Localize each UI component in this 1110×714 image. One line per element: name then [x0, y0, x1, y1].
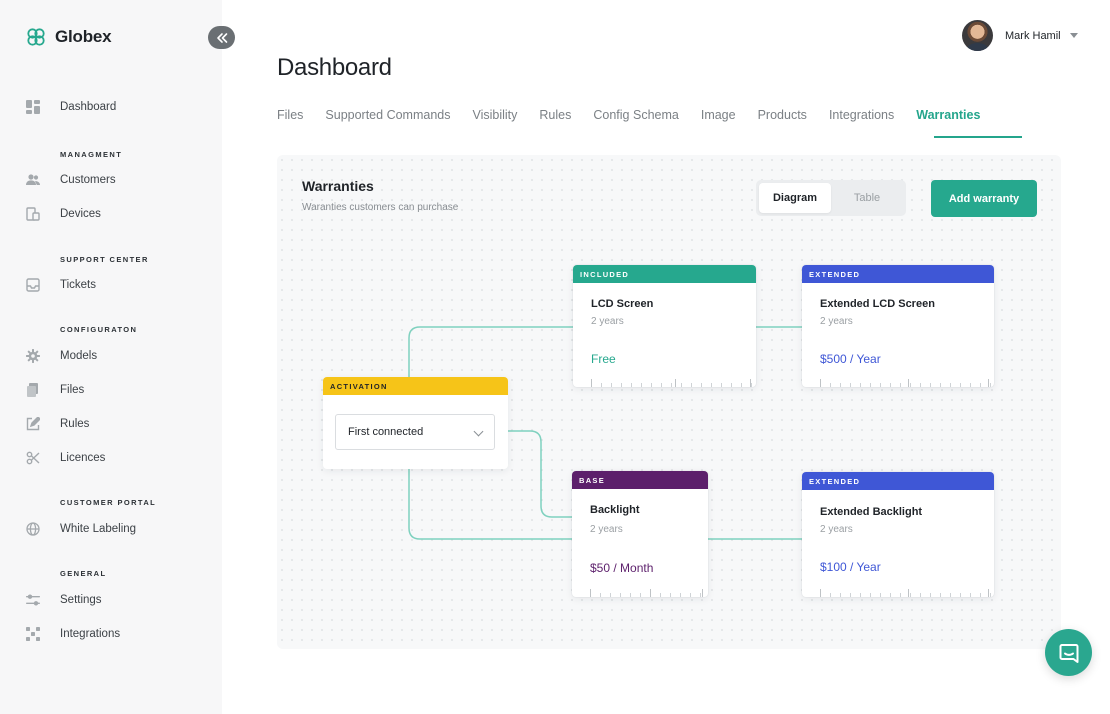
warranty-price: $100 / Year [820, 560, 881, 574]
users-icon [26, 173, 40, 187]
app-logo[interactable]: Globex [26, 27, 112, 47]
view-toggle: Diagram Table [756, 180, 906, 216]
table-view-button[interactable]: Table [831, 183, 903, 213]
activation-header: ACTIVATION [323, 377, 508, 395]
warranty-price: $500 / Year [820, 352, 881, 366]
warranty-term: 2 years [590, 524, 623, 535]
sidebar-item-dashboard[interactable]: Dashboard [26, 96, 116, 118]
globex-logo-icon [27, 28, 45, 46]
warranty-card-extended-lcd-screen[interactable]: EXTENDED Extended LCD Screen 2 years $50… [802, 265, 994, 387]
chevron-down-icon [473, 426, 484, 437]
sidebar-item-customers[interactable]: Customers [26, 169, 116, 191]
page-title: Dashboard [277, 54, 392, 81]
gear-icon [26, 349, 40, 363]
sidebar-item-label: White Labeling [60, 523, 137, 535]
sidebar-item-files[interactable]: Files [26, 379, 84, 401]
sidebar-item-models[interactable]: Models [26, 345, 97, 367]
duration-ruler [820, 379, 994, 387]
sidebar-item-rules[interactable]: Rules [26, 413, 89, 435]
inbox-icon [26, 278, 40, 292]
sidebar-item-devices[interactable]: Devices [26, 203, 101, 225]
sidebar-item-label: Models [60, 350, 98, 362]
chat-icon [1059, 643, 1078, 663]
sidebar-item-settings[interactable]: Settings [26, 589, 102, 611]
warranty-name: Extended Backlight [820, 506, 923, 518]
tab-image[interactable]: Image [701, 102, 736, 138]
tab-rules[interactable]: Rules [539, 102, 571, 138]
tab-warranties[interactable]: Warranties [916, 102, 980, 138]
warranty-name: Backlight [590, 504, 640, 516]
tab-config-schema[interactable]: Config Schema [593, 102, 678, 138]
devices-icon [26, 207, 40, 221]
user-name: Mark Hamil [1005, 29, 1061, 42]
warranty-card-extended-backlight[interactable]: EXTENDED Extended Backlight 2 years $100… [802, 472, 994, 597]
panel-subtitle: Waranties customers can purchase [302, 202, 459, 213]
duration-ruler [590, 589, 708, 597]
dashboard-icon [26, 100, 40, 114]
globe-icon [26, 522, 40, 536]
sidebar-item-tickets[interactable]: Tickets [26, 274, 96, 296]
avatar [962, 20, 993, 51]
section-title-configuration: CONFIGURATON [60, 325, 138, 334]
edit-icon [26, 417, 40, 431]
warranty-name: LCD Screen [591, 298, 654, 310]
caret-down-icon [1069, 33, 1078, 38]
section-title-management: MANAGMENT [60, 150, 123, 159]
app-name: Globex [55, 27, 112, 46]
warranty-price: Free [591, 352, 616, 366]
warranty-card-header: EXTENDED [802, 265, 994, 283]
sliders-icon [26, 593, 40, 607]
tab-supported-commands[interactable]: Supported Commands [325, 102, 450, 138]
activation-select-value: First connected [348, 426, 424, 438]
tab-visibility[interactable]: Visibility [472, 102, 517, 138]
activation-node: ACTIVATION First connected [323, 377, 508, 469]
section-title-general: GENERAL [60, 569, 107, 578]
tab-files[interactable]: Files [277, 102, 303, 138]
warranty-card-header: INCLUDED [573, 265, 756, 283]
warranty-card-header: BASE [572, 471, 708, 489]
warranty-term: 2 years [591, 316, 624, 327]
duration-ruler [820, 589, 994, 597]
sidebar-item-label: Licences [60, 452, 106, 464]
collapse-sidebar-button[interactable] [208, 26, 235, 49]
files-icon [26, 383, 40, 397]
integrations-icon [26, 627, 40, 641]
sidebar-item-white-labeling[interactable]: White Labeling [26, 518, 136, 540]
warranty-name: Extended LCD Screen [820, 298, 935, 310]
tab-products[interactable]: Products [758, 102, 807, 138]
diagram-view-button[interactable]: Diagram [759, 183, 831, 213]
section-title-support-center: SUPPORT CENTER [60, 255, 149, 264]
warranty-term: 2 years [820, 316, 853, 327]
sidebar-item-label: Dashboard [60, 101, 117, 113]
warranty-card-backlight[interactable]: BASE Backlight 2 years $50 / Month [572, 471, 708, 597]
section-title-customer-portal: CUSTOMER PORTAL [60, 498, 157, 507]
panel-title: Warranties [302, 178, 374, 194]
add-warranty-button[interactable]: Add warranty [931, 180, 1037, 217]
warranty-term: 2 years [820, 524, 853, 535]
sidebar: Globex Dashboard MANAGMENT Customers Dev… [0, 0, 222, 714]
tab-integrations[interactable]: Integrations [829, 102, 894, 138]
chat-launcher-button[interactable] [1045, 629, 1092, 676]
activation-select[interactable]: First connected [335, 414, 495, 450]
double-chevron-left-icon [216, 32, 227, 43]
sidebar-item-licences[interactable]: Licences [26, 447, 105, 469]
sidebar-item-label: Tickets [60, 279, 96, 291]
warranty-card-header: EXTENDED [802, 472, 994, 490]
licence-icon [26, 451, 40, 465]
warranty-card-lcd-screen[interactable]: INCLUDED LCD Screen 2 years Free [573, 265, 756, 387]
sidebar-item-label: Rules [60, 418, 90, 430]
user-menu[interactable]: Mark Hamil [962, 20, 1078, 51]
sidebar-item-label: Customers [60, 174, 116, 186]
warranty-price: $50 / Month [590, 561, 654, 575]
tab-bar: Files Supported Commands Visibility Rule… [277, 102, 1002, 138]
sidebar-item-label: Devices [60, 208, 101, 220]
sidebar-item-label: Settings [60, 594, 102, 606]
active-tab-indicator [934, 136, 1022, 138]
sidebar-item-label: Integrations [60, 628, 121, 640]
duration-ruler [591, 379, 756, 387]
sidebar-item-integrations[interactable]: Integrations [26, 623, 120, 645]
sidebar-item-label: Files [60, 384, 85, 396]
